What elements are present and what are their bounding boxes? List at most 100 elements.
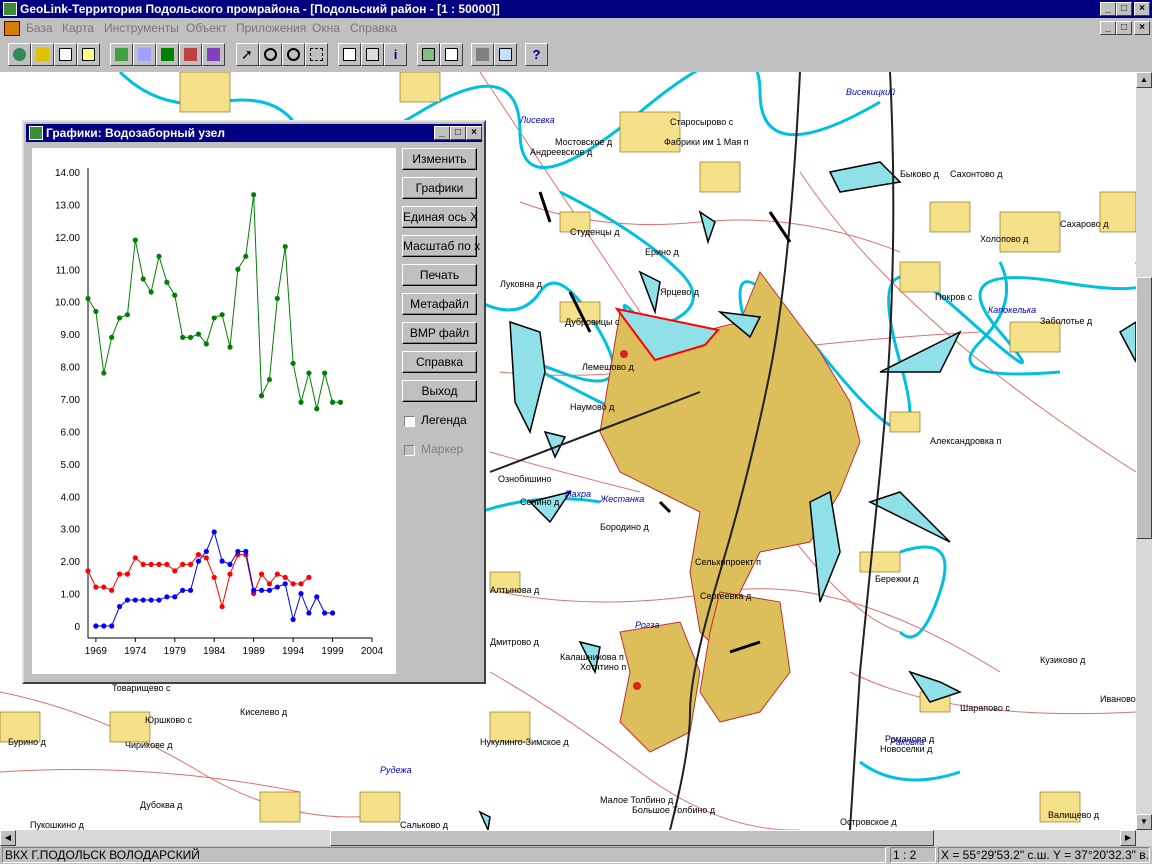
map-label: Иваново [1100,694,1136,704]
ruler-button[interactable] [338,43,361,66]
map-label: Пукошкино д [30,820,85,830]
chart-minimize-button[interactable]: _ [434,126,450,140]
map-label: Луковна д [500,279,543,289]
menu-obekt[interactable]: Объект [186,21,227,35]
map-label: Сенино д [520,497,560,507]
data-point-red [290,581,296,587]
table-icon [445,48,458,61]
menu-karta[interactable]: Карта [62,21,94,35]
bmp-file-button[interactable]: BMP файл [402,322,477,344]
edit-button[interactable]: Изменить [402,148,477,170]
preview-icon [499,48,512,61]
data-point-blue [187,587,194,593]
chart-window: Графики: Водозаборный узел _ □ × 14.00 13… [22,120,486,684]
chart-close-button[interactable]: × [466,126,482,140]
graphs-button[interactable]: Графики [402,177,477,199]
doc-icon[interactable] [4,21,20,36]
map-label: Малое Толбино д [600,795,674,805]
data-point-green [243,253,249,259]
data-point-blue [101,623,107,629]
open-button[interactable] [8,43,31,66]
data-point-green [101,370,107,376]
data-point-green [266,376,273,383]
minimize-button[interactable]: _ [1100,2,1116,16]
data-point-green [314,406,320,412]
scroll-down-button[interactable]: ▼ [1136,814,1152,830]
chart-button[interactable] [202,43,225,66]
print-chart-button[interactable]: Печать [402,264,477,286]
scroll-left-button[interactable]: ◀ [0,830,16,846]
scroll-up-button[interactable]: ▲ [1136,72,1152,88]
x-tick-label: 1989 [243,646,266,657]
doc-close-button[interactable]: × [1134,21,1150,35]
maximize-button[interactable]: □ [1116,2,1132,16]
map-label: Киселево д [240,707,288,717]
doc-restore-button[interactable]: □ [1116,21,1132,35]
save-button[interactable] [156,43,179,66]
chart-maximize-button[interactable]: □ [450,126,466,140]
river-label: Лисевка [519,115,555,125]
data-point-red [148,561,154,567]
search-button[interactable] [361,43,384,66]
window-button[interactable] [417,43,440,66]
edit-button[interactable] [110,43,133,66]
doc-minimize-button[interactable]: _ [1100,21,1116,35]
menu-prilozheniya[interactable]: Приложения [236,21,306,35]
chart-edit-button[interactable] [179,43,202,66]
data-point-green [227,344,233,350]
y-tick-label: 11.00 [56,265,81,276]
line-chart: 14.00 13.00 12.00 11.00 10.00 9.00 8.00 7.00 6.0… [55,168,384,657]
chart-plot-area: 14.00 13.00 12.00 11.00 10.00 9.00 8.00 7.00 6.0… [32,148,396,674]
data-point-blue [235,548,241,555]
zoom-area-button[interactable] [305,43,328,66]
data-point-blue [314,594,320,600]
zoom-in-button[interactable] [282,43,305,66]
horizontal-scroll-thumb[interactable] [330,830,934,846]
map-label: Сахарово д [1060,219,1109,229]
help-button[interactable]: ? [525,43,548,66]
map-label: Хотятино п [580,662,626,672]
draw-button[interactable] [133,43,156,66]
vertical-scroll-thumb[interactable] [1136,277,1152,539]
common-x-axis-button[interactable]: Единая ось X [402,206,478,228]
y-tick-label: 2.00 [61,557,81,568]
layers-button[interactable] [31,43,54,66]
data-point-blue [180,587,186,593]
map-label: Кузиково д [1040,655,1086,665]
horizontal-scrollbar[interactable]: ◀ ▶ [0,830,1152,846]
series-line-green [87,194,341,409]
pointer-button[interactable]: ➚ [236,43,259,66]
map-label: Сахонтово д [950,169,1003,179]
marker-checkbox[interactable] [404,445,415,456]
export-button[interactable] [77,43,100,66]
legend-checkbox[interactable] [404,416,415,427]
preview-button[interactable] [494,43,517,66]
zoom-out-button[interactable] [259,43,282,66]
menu-baza[interactable]: База [26,21,53,35]
copy-button[interactable] [54,43,77,66]
menu-okna[interactable]: Окна [312,21,340,35]
help-chart-button[interactable]: Справка [402,351,477,373]
data-point-green [258,393,265,399]
y-tick-label: 5.00 [61,460,81,471]
menu-spravka[interactable]: Справка [350,21,397,35]
data-point-blue [227,561,233,567]
data-point-blue [243,548,249,555]
vertical-scrollbar[interactable]: ▲ ▼ [1136,72,1152,830]
exit-button[interactable]: Выход [402,380,477,402]
app-title: GeoLink-Территория Подольского промрайон… [20,2,500,16]
close-button[interactable]: × [1134,2,1150,16]
data-point-red [274,571,280,577]
print-icon [476,48,489,61]
scale-x-button[interactable]: Масштаб по x [402,235,480,257]
data-point-red [211,574,217,580]
menu-instrumenty[interactable]: Инструменты [104,21,179,35]
river-label: Жестанка [599,494,644,504]
metafile-button[interactable]: Метафайл [402,293,477,315]
print-button[interactable] [471,43,494,66]
scroll-right-button[interactable]: ▶ [1120,830,1136,846]
data-point-blue [195,558,202,564]
info-button[interactable]: i [384,43,407,66]
table-button[interactable] [440,43,463,66]
map-label: Ознобишино [498,474,552,484]
